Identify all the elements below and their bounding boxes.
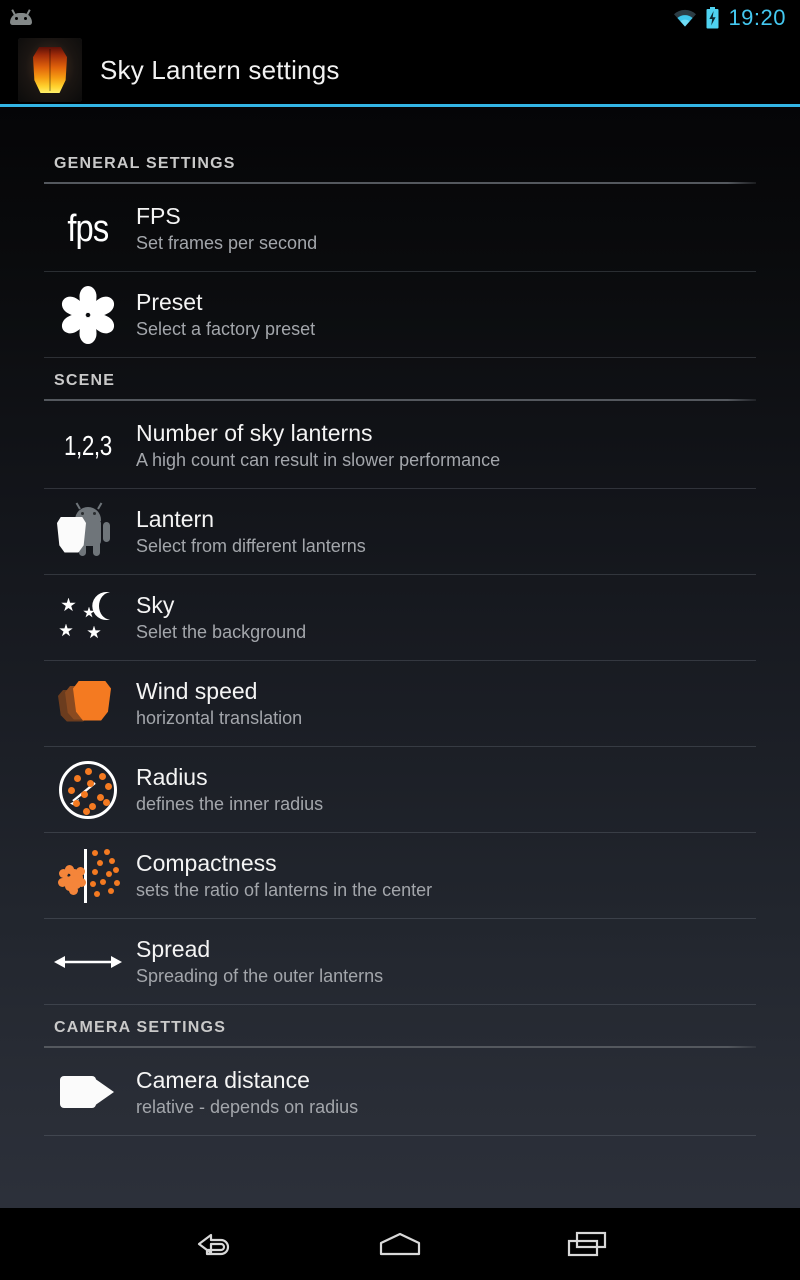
setting-subtitle: sets the ratio of lanterns in the center	[136, 879, 433, 900]
fps-icon: fps	[44, 198, 132, 260]
setting-row-wind-speed[interactable]: Wind speed horizontal translation	[44, 661, 756, 747]
back-icon[interactable]	[177, 1216, 249, 1272]
setting-subtitle: Select from different lanterns	[136, 535, 366, 556]
recents-icon[interactable]	[551, 1216, 623, 1272]
numbers-icon-label: 1,2,3	[64, 429, 112, 461]
moon-stars-icon	[44, 587, 132, 649]
setting-subtitle: relative - depends on radius	[136, 1096, 359, 1117]
navigation-bar	[0, 1208, 800, 1280]
settings-list[interactable]: GENERAL SETTINGS fps FPS Set frames per …	[0, 107, 800, 1208]
spread-arrow-icon	[44, 931, 132, 993]
lantern-dot	[99, 772, 106, 780]
lantern-dot	[94, 890, 100, 897]
lantern-dot	[103, 798, 110, 806]
setting-title: Camera distance	[136, 1066, 310, 1093]
setting-row-sky[interactable]: Sky Selet the background	[44, 575, 756, 661]
setting-subtitle: Spreading of the outer lanterns	[136, 965, 384, 986]
lantern-dot	[106, 870, 112, 877]
setting-title: Sky	[136, 591, 175, 618]
setting-title: Lantern	[136, 505, 215, 532]
lantern-dot	[74, 774, 81, 782]
crescent-moon-icon	[92, 591, 110, 620]
section-header-scene: SCENE	[54, 372, 116, 389]
lantern-dot	[114, 879, 120, 886]
setting-subtitle: Select a factory preset	[136, 318, 316, 339]
lantern-android-icon	[44, 501, 132, 563]
video-camera-icon	[44, 1062, 132, 1124]
lantern-dot	[68, 786, 75, 794]
lantern-dot	[104, 848, 110, 855]
star-icon	[61, 597, 76, 612]
lantern-dot	[109, 857, 115, 864]
wifi-icon	[674, 9, 697, 27]
setting-subtitle: A high count can result in slower perfor…	[136, 449, 501, 470]
setting-subtitle: Selet the background	[136, 621, 307, 642]
lantern-dot	[73, 799, 80, 807]
setting-row-camera-distance[interactable]: Camera distance relative - depends on ra…	[44, 1050, 756, 1136]
status-bar-notifications	[10, 8, 32, 28]
lantern-dot	[92, 868, 98, 875]
lantern-dot	[92, 849, 98, 856]
setting-subtitle: horizontal translation	[136, 707, 303, 728]
star-icon	[87, 625, 101, 639]
setting-row-radius[interactable]: Radius defines the inner radius	[44, 747, 756, 833]
setting-title: Compactness	[136, 849, 277, 876]
setting-row-preset[interactable]: Preset Select a factory preset	[44, 272, 756, 358]
lantern-dot	[83, 807, 90, 815]
flower-icon	[44, 284, 132, 346]
lantern-dot	[87, 779, 94, 787]
setting-row-compactness[interactable]: Compactness sets the ratio of lanterns i…	[44, 833, 756, 919]
setting-subtitle: Set frames per second	[136, 232, 318, 253]
lantern-dot	[89, 802, 96, 810]
lantern-dot	[85, 767, 92, 775]
setting-title: Spread	[136, 935, 211, 962]
radius-circle-icon	[44, 759, 132, 821]
lantern-dot	[81, 790, 88, 798]
wind-lantern-icon	[44, 673, 132, 735]
sky-lantern-app-icon	[18, 38, 82, 102]
status-bar: 19:20	[0, 0, 800, 36]
action-bar: Sky Lantern settings	[0, 36, 800, 104]
star-icon	[59, 623, 73, 637]
setting-title: Radius	[136, 763, 208, 790]
section-header-camera-settings: CAMERA SETTINGS	[54, 1019, 227, 1036]
setting-title: Wind speed	[136, 677, 258, 704]
lantern-dot	[77, 877, 86, 887]
lantern-dot	[69, 885, 78, 895]
status-bar-system-icons: 19:20	[673, 5, 786, 31]
numbers-icon: 1,2,3	[44, 415, 132, 477]
setting-subtitle: defines the inner radius	[136, 793, 324, 814]
section-divider	[44, 1046, 756, 1048]
lantern-dot	[97, 859, 103, 866]
battery-charging-icon	[706, 7, 719, 29]
lantern-dot	[100, 878, 106, 885]
page-title: Sky Lantern settings	[100, 54, 340, 85]
android-settings-screen: 19:20 Sky Lantern settings GENERAL SETTI…	[0, 0, 800, 1280]
lantern-dot	[76, 866, 85, 876]
lantern-dot	[105, 782, 112, 790]
setting-row-spread[interactable]: Spread Spreading of the outer lanterns	[44, 919, 756, 1005]
section-divider	[44, 399, 756, 401]
setting-row-lantern[interactable]: Lantern Select from different lanterns	[44, 489, 756, 575]
section-divider	[44, 182, 756, 184]
lantern-dot	[113, 866, 119, 873]
android-notification-icon	[10, 8, 32, 28]
lantern-dot	[90, 880, 96, 887]
setting-row-fps[interactable]: fps FPS Set frames per second	[44, 186, 756, 272]
home-icon[interactable]	[364, 1216, 436, 1272]
setting-title: FPS	[136, 202, 181, 229]
fps-icon-label: fps	[67, 207, 109, 250]
status-bar-clock: 19:20	[728, 5, 786, 30]
section-header-general-settings: GENERAL SETTINGS	[54, 155, 236, 172]
compactness-icon	[44, 845, 132, 907]
lantern-dot	[108, 887, 114, 894]
setting-title: Number of sky lanterns	[136, 419, 373, 446]
setting-title: Preset	[136, 288, 203, 315]
setting-row-number-of-sky-lanterns[interactable]: 1,2,3 Number of sky lanterns A high coun…	[44, 403, 756, 489]
